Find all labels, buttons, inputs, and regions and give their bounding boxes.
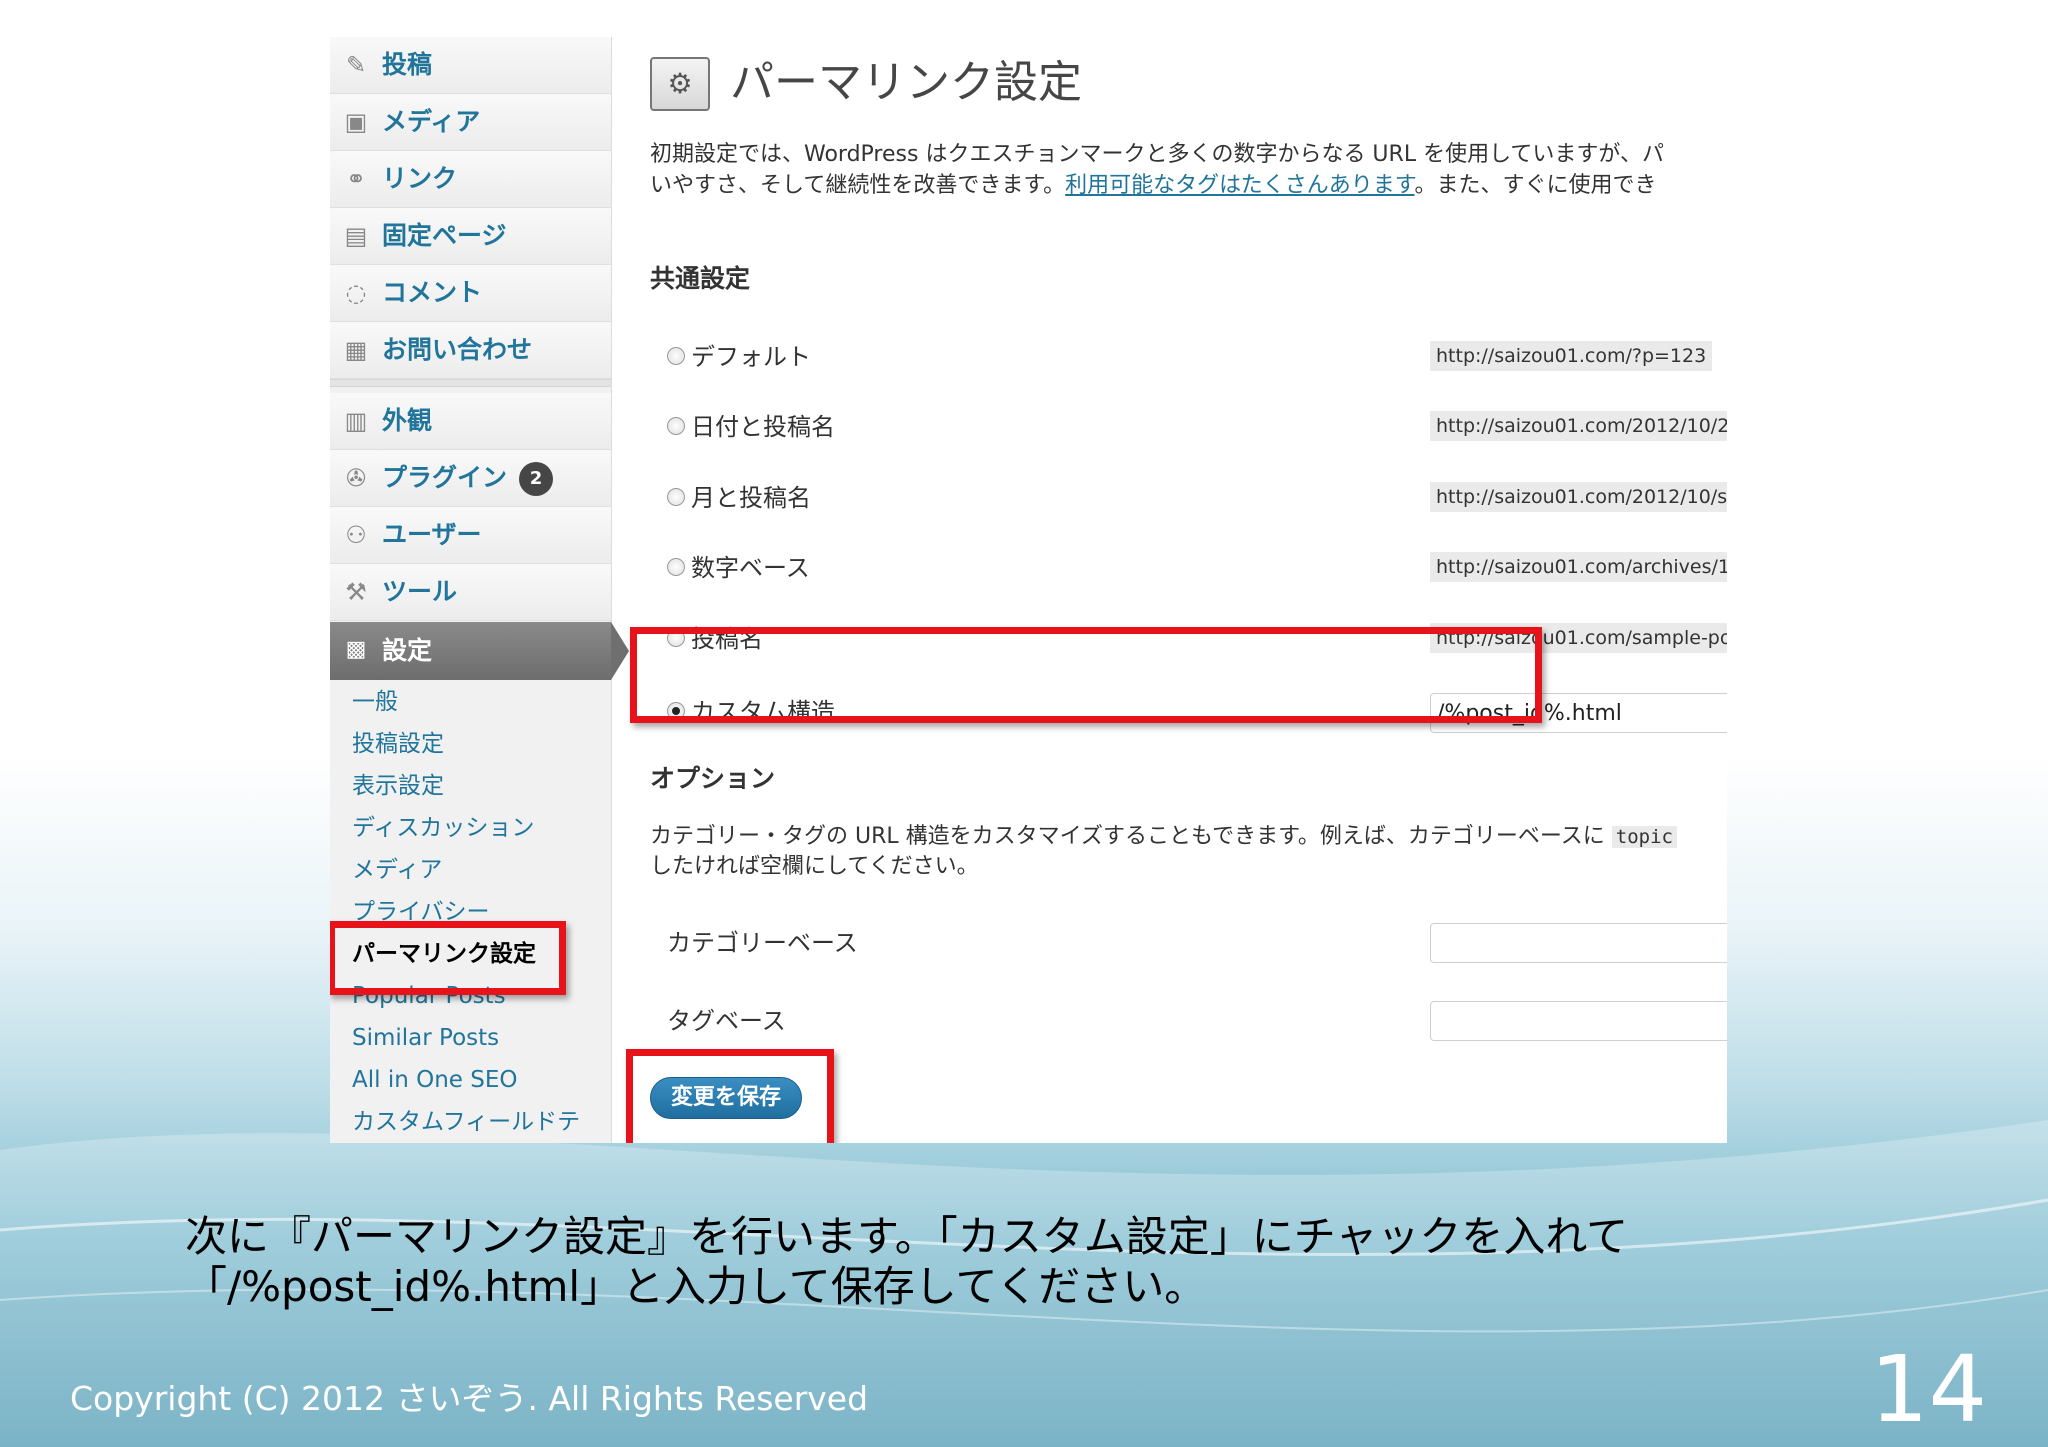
sidebar-item-label: 固定ページ [382, 221, 507, 250]
example-url-numeric: http://saizou01.com/archives/123 [1430, 552, 1727, 582]
sidebar-item-label: ユーザー [382, 520, 482, 549]
submenu-writing[interactable]: 投稿設定 [352, 729, 444, 759]
wordpress-screenshot: ✎ 投稿 ▣ メディア ⚭ リンク ▤ 固定ページ ◌ コメント ▦ お問い合わ… [330, 37, 1727, 1143]
sidebar-item-users[interactable]: ⚇ ユーザー [330, 507, 611, 564]
radio-custom-structure[interactable] [667, 702, 685, 720]
category-base-label: カテゴリーベース [667, 929, 858, 957]
intro-line-2-post: 。また、すぐに使用でき [1414, 173, 1657, 198]
submenu-custom-field-template[interactable]: カスタムフィールドテ [352, 1107, 580, 1137]
sidebar-item-label: メディア [382, 107, 481, 136]
radio-default[interactable] [667, 347, 685, 365]
admin-sidebar: ✎ 投稿 ▣ メディア ⚭ リンク ▤ 固定ページ ◌ コメント ▦ お問い合わ… [330, 37, 612, 1143]
sidebar-item-links[interactable]: ⚭ リンク [330, 151, 611, 208]
sidebar-item-label: プラグイン 2 [382, 462, 554, 496]
sidebar-item-comments[interactable]: ◌ コメント [330, 265, 611, 322]
tools-icon: ⚒ [345, 578, 367, 606]
example-url-month-and-name: http://saizou01.com/2012/10/sample-post/ [1430, 482, 1727, 512]
plugins-label: プラグイン [382, 463, 508, 492]
permalink-settings-page: ⚙ パーマリンク設定 初期設定では、WordPress はクエスチョンマークと多… [612, 37, 1727, 1143]
submenu-reading[interactable]: 表示設定 [352, 771, 444, 801]
option-label: 月と投稿名 [691, 484, 811, 512]
submenu-general[interactable]: 一般 [352, 687, 398, 717]
comment-icon: ◌ [345, 279, 367, 307]
intro-line-1: 初期設定では、WordPress はクエスチョンマークと多くの数字からなる UR… [650, 142, 1664, 167]
submenu-all-in-one-seo[interactable]: All in One SEO [352, 1065, 517, 1095]
example-url-default: http://saizou01.com/?p=123 [1430, 341, 1713, 371]
tag-base-label: タグベース [667, 1007, 786, 1035]
submenu-privacy[interactable]: プライバシー [352, 897, 490, 927]
users-icon: ⚇ [345, 521, 367, 549]
settings-icon: ▩ [345, 637, 367, 662]
example-base-code: topic [1611, 826, 1677, 848]
submenu-media[interactable]: メディア [352, 855, 442, 885]
common-settings-heading: 共通設定 [650, 264, 751, 293]
update-count-badge: 2 [519, 462, 554, 496]
form-icon: ▦ [344, 336, 368, 364]
sidebar-item-label: 設定 [382, 636, 433, 665]
sidebar-item-label: 外観 [382, 406, 433, 435]
appearance-icon: ▥ [344, 407, 368, 435]
sidebar-item-media[interactable]: ▣ メディア [330, 94, 611, 151]
sidebar-item-tools[interactable]: ⚒ ツール [330, 564, 611, 621]
option-label: カスタム構造 [691, 698, 835, 726]
page-title: パーマリンク設定 [730, 57, 1082, 108]
sidebar-item-label: ツール [382, 577, 458, 606]
active-menu-arrow [611, 622, 629, 680]
custom-structure-input[interactable] [1430, 693, 1727, 733]
plugin-icon: ✇ [345, 464, 367, 492]
menu-separator [330, 379, 611, 387]
tag-base-input[interactable] [1430, 1001, 1727, 1041]
save-changes-button[interactable]: 変更を保存 [650, 1077, 802, 1119]
optional-heading: オプション [650, 764, 776, 793]
page-icon: ▤ [344, 222, 368, 250]
option-label: 数字ベース [691, 554, 810, 582]
sidebar-item-posts[interactable]: ✎ 投稿 [330, 37, 611, 94]
example-url-post-name: http://saizou01.com/sample-post/ [1430, 623, 1727, 653]
optional-description-line-1: カテゴリー・タグの URL 構造をカスタマイズすることもできます。例えば、カテゴ… [650, 824, 1605, 849]
radio-post-name[interactable] [667, 629, 685, 647]
available-tags-link[interactable]: 利用可能なタグはたくさんあります [1065, 173, 1414, 198]
intro-text: 初期設定では、WordPress はクエスチョンマークと多くの数字からなる UR… [650, 139, 1727, 201]
settings-page-icon: ⚙ [650, 57, 710, 111]
sidebar-item-label: お問い合わせ [382, 335, 533, 364]
sidebar-item-contact[interactable]: ▦ お問い合わせ [330, 322, 611, 379]
sidebar-item-label: コメント [382, 278, 483, 307]
example-url-day-and-name: http://saizou01.com/2012/10/20/sample-po… [1430, 411, 1727, 441]
copyright-footer: Copyright (C) 2012 さいぞう. All Rights Rese… [70, 1379, 869, 1418]
sidebar-item-plugins[interactable]: ✇ プラグイン 2 [330, 450, 611, 507]
option-label: 投稿名 [691, 625, 763, 653]
optional-description: カテゴリー・タグの URL 構造をカスタマイズすることもできます。例えば、カテゴ… [650, 822, 1727, 882]
option-label: 日付と投稿名 [691, 413, 835, 441]
submenu-popular-posts[interactable]: Popular Posts [352, 981, 506, 1011]
optional-description-line-2: したければ空欄にしてください。 [650, 854, 979, 879]
sidebar-item-settings[interactable]: ▩ 設定 [330, 622, 611, 680]
submenu-similar-posts[interactable]: Similar Posts [352, 1023, 499, 1053]
submenu-discussion[interactable]: ディスカッション [352, 813, 534, 843]
radio-month-and-name[interactable] [667, 488, 685, 506]
sidebar-item-label: 投稿 [382, 50, 433, 79]
radio-numeric[interactable] [667, 558, 685, 576]
slide-number: 14 [1870, 1336, 1988, 1443]
intro-line-2-pre: いやすさ、そして継続性を改善できます。 [650, 173, 1066, 198]
pushpin-icon: ✎ [345, 51, 367, 79]
category-base-input[interactable] [1430, 923, 1727, 963]
sidebar-item-pages[interactable]: ▤ 固定ページ [330, 208, 611, 265]
submenu-permalinks[interactable]: パーマリンク設定 [352, 939, 536, 969]
caption-line-2: 「/%post_id%.html」と入力して保存してください。 [185, 1262, 1207, 1311]
radio-day-and-name[interactable] [667, 417, 685, 435]
link-icon: ⚭ [345, 165, 367, 193]
sidebar-item-appearance[interactable]: ▥ 外観 [330, 393, 611, 450]
sidebar-item-label: リンク [382, 164, 458, 193]
option-label: デフォルト [691, 343, 811, 371]
media-icon: ▣ [344, 108, 368, 136]
caption-line-1: 次に『パーマリンク設定』を行います。「カスタム設定」にチャックを入れて [185, 1212, 1629, 1261]
slide-caption: 次に『パーマリンク設定』を行います。「カスタム設定」にチャックを入れて 「/%p… [185, 1212, 1628, 1312]
